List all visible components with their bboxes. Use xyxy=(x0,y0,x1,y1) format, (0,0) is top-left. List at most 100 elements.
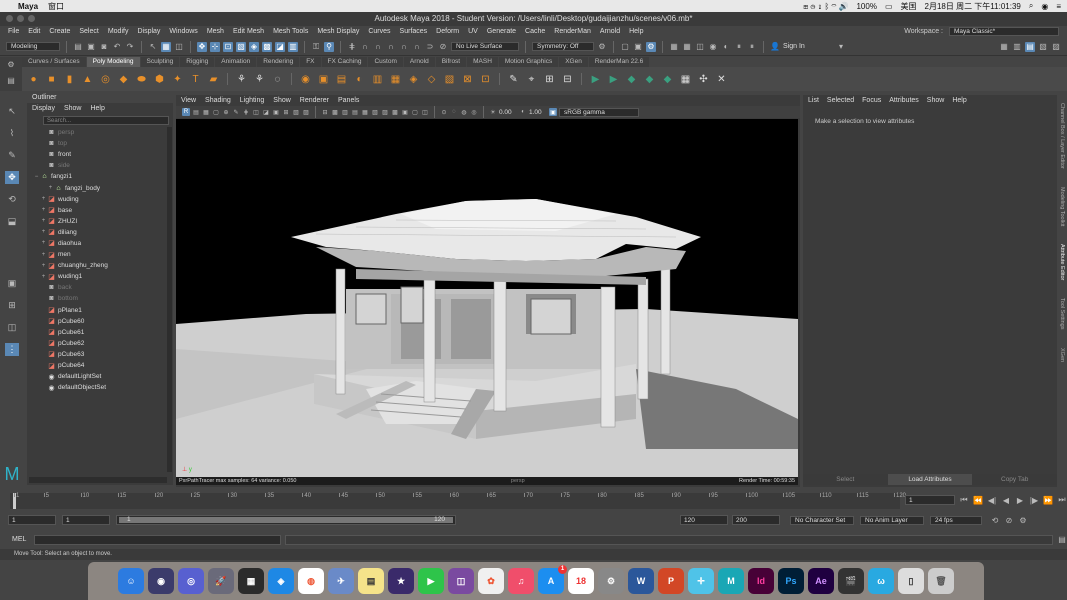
poly-text-icon[interactable]: T xyxy=(188,72,203,87)
svg-icon[interactable]: ▰ xyxy=(206,72,221,87)
smooth-shade-icon[interactable]: ▩ xyxy=(331,108,339,116)
paint-select-icon[interactable]: ✎ xyxy=(5,149,19,162)
default-material-icon[interactable]: ▤ xyxy=(351,108,359,116)
boolean-icon[interactable]: ◐ xyxy=(352,72,367,87)
indesign-icon[interactable]: Id xyxy=(748,568,774,594)
playback-start-field[interactable]: 1 xyxy=(62,515,110,525)
mask-icon-1[interactable]: ✥ xyxy=(197,41,207,52)
airdrop-icon[interactable]: ◎ xyxy=(178,568,204,594)
outliner-item[interactable]: + ⌂ fangzi_body xyxy=(27,182,173,193)
ipr-icon[interactable]: ▣ xyxy=(633,42,643,52)
user-icon[interactable]: 👤 xyxy=(770,42,780,52)
step-forward-icon[interactable]: ⏩ xyxy=(1043,495,1053,505)
gate-mask-icon[interactable]: ▣ xyxy=(272,108,280,116)
extrude-icon[interactable]: ▣ xyxy=(316,72,331,87)
input-source[interactable]: 美国 xyxy=(901,1,917,12)
menuset-dropdown[interactable]: Modeling xyxy=(6,42,60,51)
uv-spherical-icon[interactable]: ◆ xyxy=(642,72,657,87)
layout-icon-4[interactable]: ▧ xyxy=(1038,42,1048,52)
exposure-field[interactable]: 0.00 xyxy=(499,109,517,116)
symmetry-options-icon[interactable]: ⚙ xyxy=(597,42,607,52)
outliner-item[interactable]: ◙ front xyxy=(27,149,173,160)
outliner-scrollbar[interactable] xyxy=(167,127,172,472)
outliner-item[interactable]: + ◪ wuding xyxy=(27,194,173,205)
outliner-item[interactable]: + ◪ wuding1 xyxy=(27,271,173,282)
gamma-field[interactable]: 1.00 xyxy=(529,109,547,116)
outliner-item[interactable]: + ◪ diaohua xyxy=(27,238,173,249)
ae-menu-help[interactable]: Help xyxy=(952,97,966,104)
outliner-expander-icon[interactable]: + xyxy=(47,185,54,191)
renderman-icon[interactable]: ⏸ xyxy=(734,42,744,52)
go-to-start-icon[interactable]: ⏮ xyxy=(959,495,969,505)
uv-auto-icon[interactable]: ▶ xyxy=(606,72,621,87)
outliner-menu-show[interactable]: Show xyxy=(64,105,82,112)
shelf-tab-rigging[interactable]: Rigging xyxy=(180,57,215,67)
arnold-render-icon[interactable]: ◐ xyxy=(721,42,731,52)
menu-display[interactable]: Display xyxy=(137,28,160,35)
ae-copy-tab-button[interactable]: Copy Tab xyxy=(972,474,1058,485)
poly-cone-icon[interactable]: ▲ xyxy=(80,72,95,87)
ae-select-button[interactable]: Select xyxy=(803,474,888,485)
outliner-expander-icon[interactable]: + xyxy=(40,207,47,213)
launchpad-icon[interactable]: 🚀 xyxy=(208,568,234,594)
shelf-tab-xgen[interactable]: XGen xyxy=(559,57,588,67)
ae-menu-focus[interactable]: Focus xyxy=(862,97,881,104)
shelf-tab-bifrost[interactable]: Bifrost xyxy=(435,57,467,67)
undo-icon[interactable]: ↶ xyxy=(112,42,122,52)
snap-curve-icon[interactable]: ∩ xyxy=(360,42,370,52)
motion-blur-icon[interactable]: ▣ xyxy=(401,108,409,116)
after-effects-icon[interactable]: Ae xyxy=(808,568,834,594)
notes-icon[interactable]: ▤ xyxy=(358,568,384,594)
shelf-tab-motion-graphics[interactable]: Motion Graphics xyxy=(498,57,559,67)
select-hierarchy-icon[interactable]: ▦ xyxy=(161,41,171,52)
menu-modify[interactable]: Modify xyxy=(108,28,129,35)
outliner-item[interactable]: + ◪ ZHUZI xyxy=(27,216,173,227)
menu-extras-icon[interactable]: ≡ xyxy=(1056,2,1061,11)
target-weld-icon[interactable]: ⌖ xyxy=(524,72,539,87)
menu-mesh-tools[interactable]: Mesh Tools xyxy=(273,28,308,35)
app-store-icon[interactable]: A1 xyxy=(538,565,567,594)
lasso-tool-icon[interactable]: ⌇ xyxy=(5,127,19,140)
menu-generate[interactable]: Generate xyxy=(487,28,516,35)
shelf-tab-poly-modeling[interactable]: Poly Modeling xyxy=(86,57,140,67)
outliner-expander-icon[interactable]: + xyxy=(40,263,47,269)
shelf-tab-fx-caching[interactable]: FX Caching xyxy=(321,57,368,67)
sign-in-dropdown-icon[interactable]: ▾ xyxy=(836,42,846,52)
shelf-tab-renderman[interactable]: RenderMan 22.6 xyxy=(588,57,650,67)
preview-icon[interactable]: ✈ xyxy=(328,568,354,594)
combine-icon[interactable]: ⚘ xyxy=(234,72,249,87)
anim-layer-dropdown[interactable]: No Anim Layer xyxy=(860,515,924,525)
menu-windows[interactable]: Windows xyxy=(169,28,197,35)
fill-hole-icon[interactable]: ▥ xyxy=(370,72,385,87)
xray-components-icon[interactable]: ◎ xyxy=(470,108,478,116)
wedge-icon[interactable]: ▧ xyxy=(442,72,457,87)
ae-load-attributes-button[interactable]: Load Attributes xyxy=(887,474,973,485)
ae-menu-attributes[interactable]: Attributes xyxy=(889,97,919,104)
shelf-tab-animation[interactable]: Animation xyxy=(215,57,257,67)
bevel-icon[interactable]: ▤ xyxy=(334,72,349,87)
mask-icon-2[interactable]: ⊹ xyxy=(210,41,220,52)
mask-icon-8[interactable]: ▥ xyxy=(288,41,298,52)
step-forward-key-icon[interactable]: |▶ xyxy=(1029,495,1039,505)
four-pane-icon[interactable]: ⊞ xyxy=(5,299,19,312)
step-back-icon[interactable]: ⏪ xyxy=(973,495,983,505)
camera-attrs-icon[interactable]: ▤ xyxy=(192,108,200,116)
outliner-item[interactable]: ◙ back xyxy=(27,282,173,293)
playback-end-field[interactable]: 120 xyxy=(680,515,728,525)
loop-icon[interactable]: ⟲ xyxy=(990,515,1000,525)
word-icon[interactable]: W xyxy=(628,568,654,594)
menu-deform[interactable]: Deform xyxy=(436,28,459,35)
maya-dock-icon[interactable]: M xyxy=(718,568,744,594)
menu-file[interactable]: File xyxy=(8,28,19,35)
two-pane-icon[interactable]: ◫ xyxy=(5,321,19,334)
poly-cube-icon[interactable]: ■ xyxy=(44,72,59,87)
menu-arnold[interactable]: Arnold xyxy=(600,28,620,35)
close-window-button[interactable] xyxy=(6,15,13,22)
menu-help[interactable]: Help xyxy=(629,28,643,35)
outliner-item[interactable]: + ◪ diliang xyxy=(27,227,173,238)
snap-surface-icon[interactable]: ∩ xyxy=(399,42,409,52)
grid-icon[interactable]: ⋕ xyxy=(242,108,250,116)
shelf-tab-arnold[interactable]: Arnold xyxy=(403,57,435,67)
poly-sphere-icon[interactable]: ● xyxy=(26,72,41,87)
wireframe-on-shaded-icon[interactable]: ▥ xyxy=(341,108,349,116)
